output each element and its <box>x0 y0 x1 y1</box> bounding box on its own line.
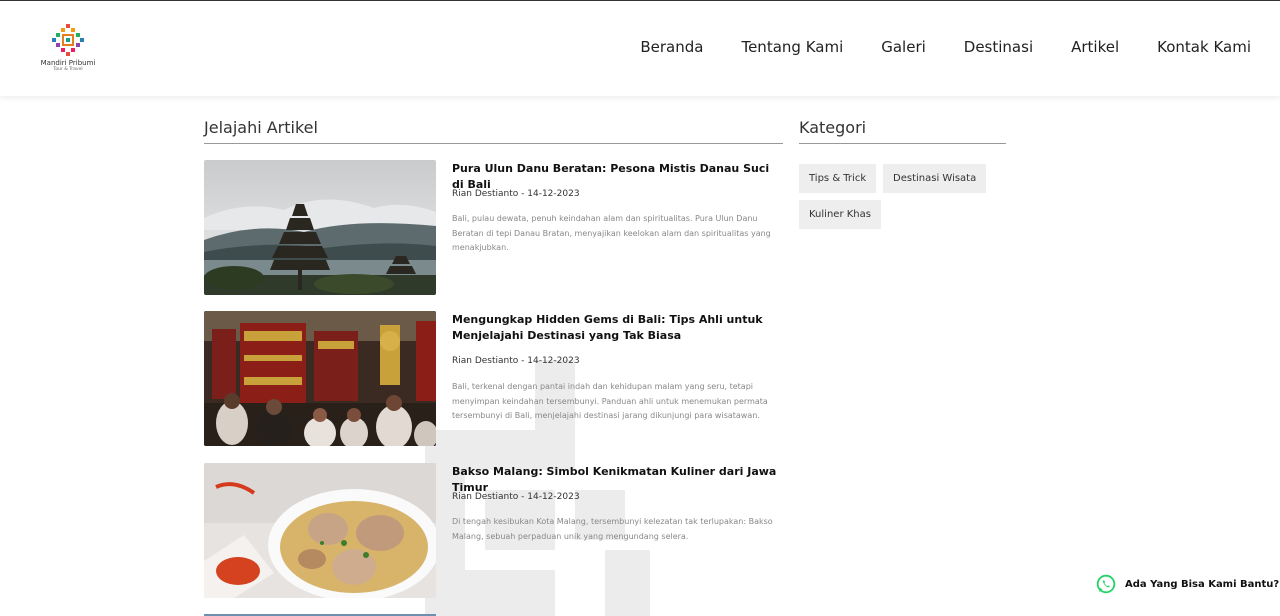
category-kuliner-khas[interactable]: Kuliner Khas <box>799 200 881 229</box>
logo-tagline: Tour & Travel <box>53 67 83 72</box>
articles-divider <box>204 143 783 144</box>
whatsapp-help-button[interactable]: Ada Yang Bisa Kami Bantu? <box>1096 574 1279 594</box>
ceremony-image-icon <box>204 311 436 446</box>
nav-artikel[interactable]: Artikel <box>1071 37 1119 57</box>
article-card[interactable]: Mengungkap Hidden Gems di Bali: Tips Ahl… <box>204 311 784 447</box>
categories-heading: Kategori <box>799 118 867 137</box>
article-excerpt: Di tengah kesibukan Kota Malang, tersemb… <box>452 517 773 541</box>
article-meta: Rian Destianto - 14-12-2023 <box>452 492 580 502</box>
article-thumbnail[interactable] <box>204 463 436 598</box>
categories-divider <box>799 143 1006 144</box>
article-excerpt: Bali, terkenal dengan pantai indah dan k… <box>452 382 768 420</box>
article-meta: Rian Destianto - 14-12-2023 <box>452 356 580 366</box>
article-thumbnail[interactable] <box>204 311 436 446</box>
main-nav: Beranda Tentang Kami Galeri Destinasi Ar… <box>602 37 1251 57</box>
page: Mandiri Pribumi Tour & Travel Beranda Te… <box>0 0 1280 616</box>
nav-tentang-kami[interactable]: Tentang Kami <box>741 37 843 57</box>
article-card[interactable]: Pura Ulun Danu Beratan: Pesona Mistis Da… <box>204 160 784 296</box>
article-meta: Rian Destianto - 14-12-2023 <box>452 189 580 199</box>
site-header: Mandiri Pribumi Tour & Travel Beranda Te… <box>0 0 1280 96</box>
nav-beranda[interactable]: Beranda <box>640 37 703 57</box>
whatsapp-icon <box>1096 574 1116 594</box>
category-tips-trick[interactable]: Tips & Trick <box>799 164 877 193</box>
nav-galeri[interactable]: Galeri <box>881 37 926 57</box>
nav-kontak-kami[interactable]: Kontak Kami <box>1157 37 1251 57</box>
site-logo[interactable]: Mandiri Pribumi Tour & Travel <box>38 23 98 75</box>
logo-name: Mandiri Pribumi <box>40 59 96 67</box>
logo-mark-icon <box>52 24 84 56</box>
article-card[interactable]: Bakso Malang: Simbol Kenikmatan Kuliner … <box>204 463 784 599</box>
bakso-image-icon <box>204 463 436 598</box>
category-destinasi-wisata[interactable]: Destinasi Wisata <box>883 164 987 193</box>
article-excerpt: Bali, pulau dewata, penuh keindahan alam… <box>452 214 771 252</box>
temple-image-icon <box>204 160 436 295</box>
articles-heading: Jelajahi Artikel <box>204 118 318 137</box>
nav-destinasi[interactable]: Destinasi <box>964 37 1033 57</box>
article-title[interactable]: Mengungkap Hidden Gems di Bali: Tips Ahl… <box>452 312 782 344</box>
article-thumbnail[interactable] <box>204 160 436 295</box>
help-label: Ada Yang Bisa Kami Bantu? <box>1125 578 1280 590</box>
